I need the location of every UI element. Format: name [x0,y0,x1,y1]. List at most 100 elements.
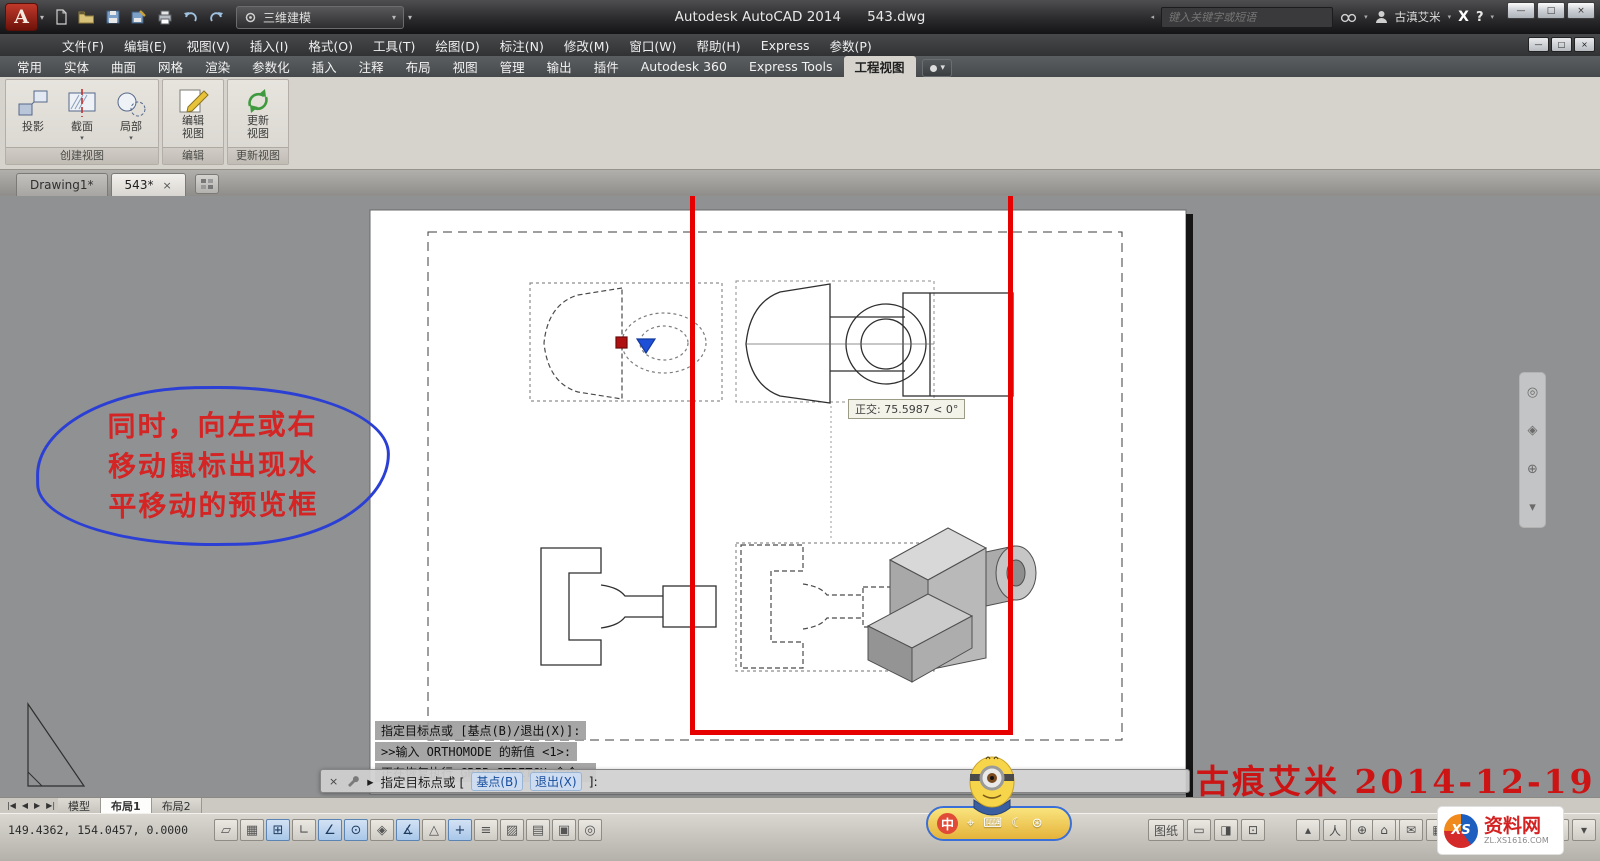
polar-toggle[interactable]: ∠ [318,819,342,841]
close-button[interactable]: × [1567,2,1595,19]
workspace-switcher[interactable]: 三维建模 ▾ [236,5,405,29]
menu-dimension[interactable]: 标注(N) [490,34,554,56]
signin-user[interactable]: 古滇艾米 [1395,9,1441,25]
command-option-basepoint[interactable]: 基点(B) [471,771,523,791]
tab-view[interactable]: 视图 [442,56,489,77]
app-menu-button[interactable]: A [5,3,38,31]
update-view-button[interactable]: 更新 视图 [232,83,284,147]
command-close-icon[interactable]: × [329,775,338,788]
tab-output[interactable]: 输出 [536,56,583,77]
tab-overview-button[interactable] [194,174,219,194]
menu-format[interactable]: 格式(O) [298,34,363,56]
workspace-status-icon[interactable]: ⌂ [1372,819,1396,841]
ducs-toggle[interactable]: △ [422,819,446,841]
tab-parametric[interactable]: 参数化 [241,56,301,77]
undo-icon[interactable] [179,6,202,29]
tab-layout[interactable]: 布局 [395,56,442,77]
paper-space-button[interactable]: 图纸 [1148,819,1185,841]
exchange-apps-icon[interactable]: X [1458,9,1469,25]
lineweight-toggle[interactable]: ≡ [474,819,498,841]
model-tab[interactable]: 模型 [58,797,102,814]
prev-tab-arrow-icon[interactable]: ◀ [19,801,31,810]
infer-constraints-toggle[interactable]: ▱ [214,819,238,841]
search-input[interactable] [1168,10,1327,24]
hot-grip[interactable] [615,336,628,349]
grid-toggle[interactable]: ⊞ [266,819,290,841]
tab-surface[interactable]: 曲面 [100,56,147,77]
tab-manage[interactable]: 管理 [489,56,536,77]
plot-icon[interactable] [153,6,176,29]
layout-space-icon[interactable]: ◨ [1214,819,1239,841]
save-icon[interactable] [101,6,124,29]
ime-language-indicator[interactable]: 中 [937,813,958,834]
panel-edit-label[interactable]: 编辑 [163,147,223,164]
redo-icon[interactable] [205,6,228,29]
navigation-wheel-icon[interactable]: ◎ [1527,385,1538,400]
tray-message-icon[interactable]: ✉ [1399,819,1423,841]
tab-express-tools[interactable]: Express Tools [738,56,844,77]
zoom-icon[interactable]: ⊕ [1527,462,1538,477]
menu-draw[interactable]: 绘图(D) [425,34,489,56]
file-tab-543[interactable]: 543* × [110,173,186,196]
osnap-toggle[interactable]: ⊙ [344,819,368,841]
file-tab-drawing1[interactable]: Drawing1* [16,173,108,196]
ime-settings-icon[interactable]: ⊛ [1032,816,1043,831]
menu-window[interactable]: 窗口(W) [619,34,686,56]
section-caret-icon[interactable]: ▾ [80,134,84,142]
menu-tools[interactable]: 工具(T) [363,34,425,56]
statusbar-menu-caret-icon[interactable]: ▾ [1572,819,1596,841]
panel-update-view-label[interactable]: 更新视图 [228,147,288,164]
command-line[interactable]: × ▸ 指定目标点或 [ 基点(B) 退出(X) ]: [320,769,1190,793]
search-caret-icon[interactable]: ▾ [1364,13,1368,21]
tab-autodesk360[interactable]: Autodesk 360 [630,56,738,77]
doc-minimize-button[interactable]: — [1528,37,1549,52]
ribbon-display-toggle[interactable]: ▾ [921,59,953,77]
help-caret-icon[interactable]: ▾ [1490,13,1494,21]
transparency-toggle[interactable]: ▨ [500,819,524,841]
help-icon[interactable]: ? [1476,10,1484,25]
menu-view[interactable]: 视图(V) [177,34,240,56]
minimize-button[interactable]: — [1507,2,1535,19]
command-wrench-icon[interactable] [345,774,360,788]
edit-view-button[interactable]: 编辑 视图 [167,83,219,147]
ortho-toggle[interactable]: ∟ [292,819,316,841]
section-view-button[interactable]: 截面 ▾ [59,83,105,147]
tab-annotate[interactable]: 注释 [348,56,395,77]
osnap-3d-toggle[interactable]: ◈ [370,819,394,841]
dynamic-input-toggle[interactable]: + [448,819,472,841]
toolbar-customize-caret-icon[interactable]: ▾ [408,13,412,22]
otrack-toggle[interactable]: ∡ [396,819,420,841]
detail-caret-icon[interactable]: ▾ [129,134,133,142]
tab-insert[interactable]: 插入 [301,56,348,77]
selection-cycling-toggle[interactable]: ▣ [552,819,576,841]
menu-edit[interactable]: 编辑(E) [114,34,177,56]
tab-plugins[interactable]: 插件 [583,56,630,77]
doc-close-button[interactable]: × [1574,37,1595,52]
first-tab-arrow-icon[interactable]: |◀ [4,801,19,810]
annotation-scale-icon[interactable]: ▴ [1296,819,1320,841]
search-box[interactable] [1161,6,1334,28]
next-tab-arrow-icon[interactable]: ▶ [31,801,43,810]
maximize-viewport-icon[interactable]: ⊡ [1241,819,1266,841]
annotation-monitor-toggle[interactable]: ◎ [578,819,602,841]
user-caret-icon[interactable]: ▾ [1448,13,1452,21]
auto-annotate-icon[interactable]: ⊕ [1350,819,1375,841]
menu-modify[interactable]: 修改(M) [554,34,620,56]
new-file-icon[interactable] [49,6,72,29]
file-tab-close-icon[interactable]: × [162,179,171,192]
annotation-visibility-icon[interactable]: 人 [1323,819,1348,841]
base-view-button[interactable]: 投影 [10,83,56,147]
menu-help[interactable]: 帮助(H) [687,34,751,56]
layout2-tab[interactable]: 布局2 [151,797,202,814]
tab-solid[interactable]: 实体 [53,56,100,77]
quick-properties-toggle[interactable]: ▤ [526,819,550,841]
navigation-bar[interactable]: ◎ ◈ ⊕ ▾ [1519,372,1546,528]
navbar-more-icon[interactable]: ▾ [1529,500,1536,515]
tab-render[interactable]: 渲染 [194,56,241,77]
snap-toggle[interactable]: ▦ [240,819,264,841]
layout1-tab[interactable]: 布局1 [101,797,152,814]
orbit-icon[interactable]: ◈ [1528,423,1538,438]
detail-view-button[interactable]: 局部 ▾ [108,83,154,147]
doc-restore-button[interactable]: □ [1551,37,1572,52]
infocenter-expand-icon[interactable]: ◂ [1151,13,1155,21]
